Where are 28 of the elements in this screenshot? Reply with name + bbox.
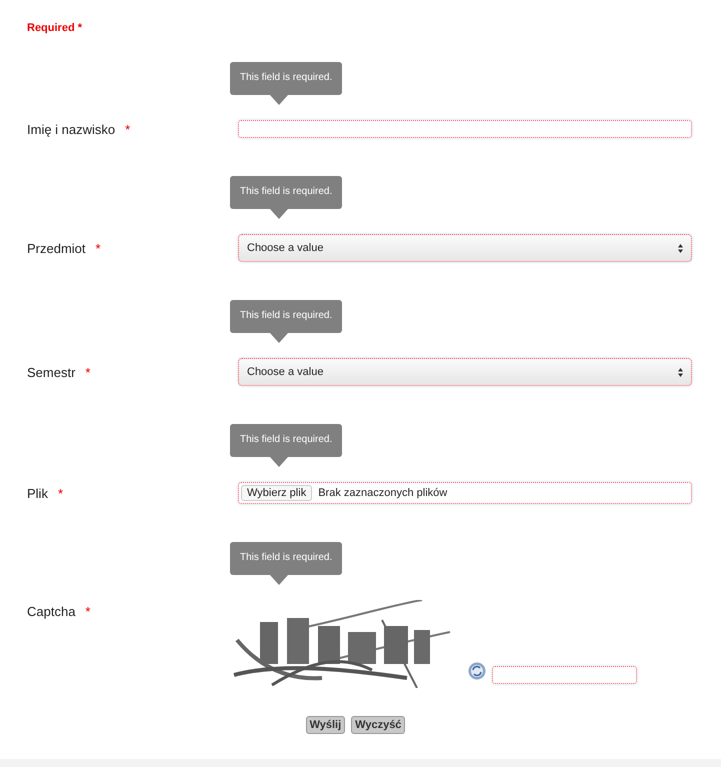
field-label: Imię i nazwisko bbox=[27, 122, 116, 136]
tooltip-pointer bbox=[270, 333, 288, 343]
updown-icon bbox=[678, 368, 683, 376]
tooltip-pointer bbox=[270, 575, 288, 585]
required-marker: * bbox=[96, 240, 101, 256]
tooltip-pointer bbox=[270, 457, 288, 467]
refresh-icon[interactable] bbox=[468, 662, 486, 680]
form-button[interactable]: Wyślij bbox=[306, 716, 346, 734]
choose-file-button[interactable]: Wybierz plik bbox=[241, 485, 312, 501]
required-marker: * bbox=[58, 486, 64, 500]
field-label: Plik bbox=[27, 486, 48, 500]
file-status: Brak zaznaczonych plików bbox=[318, 487, 448, 499]
updown-icon bbox=[678, 244, 683, 252]
file-field[interactable]: Wybierz plik Brak zaznaczonych plików bbox=[238, 482, 692, 504]
required-marker: * bbox=[125, 122, 130, 136]
tooltip-pointer bbox=[270, 209, 288, 219]
required-note: Required * bbox=[27, 22, 82, 34]
input-field[interactable] bbox=[238, 120, 692, 138]
field-label: Semestr bbox=[27, 364, 76, 380]
captcha-input[interactable] bbox=[492, 666, 637, 684]
required-marker: * bbox=[85, 364, 90, 380]
form-button[interactable]: Wyczyść bbox=[351, 716, 406, 734]
select-field[interactable]: Choose a value bbox=[238, 234, 692, 262]
required-marker: * bbox=[85, 604, 90, 619]
select-field[interactable]: Choose a value bbox=[238, 358, 692, 386]
field-label: Captcha bbox=[27, 604, 76, 619]
field-label: Przedmiot bbox=[27, 240, 86, 256]
tooltip-pointer bbox=[270, 95, 288, 105]
